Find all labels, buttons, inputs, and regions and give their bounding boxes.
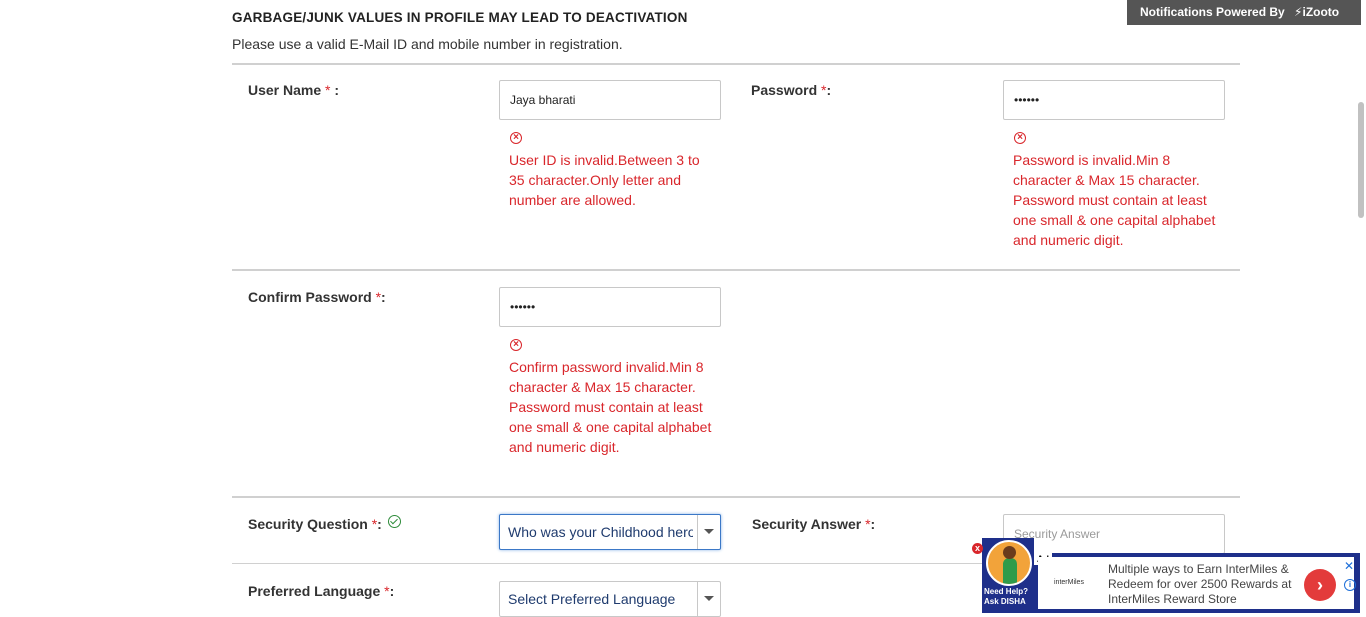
security-answer-label: Security Answer *: xyxy=(752,516,876,532)
check-circle-icon xyxy=(388,515,401,528)
error-circle-icon: × xyxy=(1014,132,1026,144)
confirm-password-error-message: Confirm password invalid.Min 8 character… xyxy=(509,359,712,455)
registration-instruction: Please use a valid E-Mail ID and mobile … xyxy=(232,36,623,52)
disha-avatar xyxy=(986,540,1032,586)
password-input[interactable]: •••••• xyxy=(1003,80,1225,120)
preferred-language-value: Select Preferred Language xyxy=(508,591,676,607)
username-input[interactable]: Jaya bharati xyxy=(499,80,721,120)
error-circle-icon: × xyxy=(510,132,522,144)
ad-banner[interactable]: Ad interMiles Multiple ways to Earn Inte… xyxy=(1034,553,1360,613)
close-icon[interactable]: ✕ xyxy=(1344,559,1354,573)
notification-text: Notifications Powered By xyxy=(1140,5,1285,19)
disha-label: Need Help? Ask DISHA xyxy=(984,587,1029,606)
error-circle-icon: × xyxy=(510,339,522,351)
ad-text[interactable]: Multiple ways to Earn InterMiles & Redee… xyxy=(1108,562,1298,607)
chevron-down-icon[interactable] xyxy=(697,582,720,616)
chevron-down-icon[interactable] xyxy=(697,515,720,549)
page-scrollbar-thumb[interactable] xyxy=(1358,102,1364,218)
izooto-brand: ⚡iZooto xyxy=(1294,5,1340,19)
password-label: Password *: xyxy=(751,82,832,98)
disha-body-shape xyxy=(1003,558,1017,584)
ad-content[interactable]: interMiles Multiple ways to Earn InterMi… xyxy=(1038,557,1356,609)
security-question-value: Who was your Childhood hero? xyxy=(508,524,693,540)
security-answer-input[interactable]: Security Answer xyxy=(1003,514,1225,554)
row-divider xyxy=(232,63,1240,65)
disha-help-widget[interactable]: x Need Help? Ask DISHA xyxy=(972,538,1034,613)
row-divider xyxy=(232,496,1240,498)
password-error-message: Password is invalid.Min 8 character & Ma… xyxy=(1013,152,1216,248)
username-error-message: User ID is invalid.Between 3 to 35 chara… xyxy=(509,152,700,208)
row-divider xyxy=(232,269,1240,271)
arrow-right-icon[interactable]: › xyxy=(1304,569,1336,601)
security-question-label: Security Question *: xyxy=(248,516,382,532)
notification-powered-by-bar[interactable]: Notifications Powered By ⚡iZooto xyxy=(1127,0,1361,25)
disha-head-shape xyxy=(1003,546,1016,559)
info-icon[interactable]: i xyxy=(1344,579,1356,591)
confirm-password-label: Confirm Password *: xyxy=(248,289,386,305)
security-question-select[interactable]: Who was your Childhood hero? xyxy=(499,514,721,550)
intermiles-logo: interMiles xyxy=(1054,579,1084,586)
username-label: User Name * : xyxy=(248,82,340,98)
deactivation-warning: GARBAGE/JUNK VALUES IN PROFILE MAY LEAD … xyxy=(232,10,688,25)
close-icon[interactable]: x xyxy=(972,543,983,554)
preferred-language-label: Preferred Language *: xyxy=(248,583,395,599)
preferred-language-select[interactable]: Select Preferred Language xyxy=(499,581,721,617)
confirm-password-input[interactable]: •••••• xyxy=(499,287,721,327)
